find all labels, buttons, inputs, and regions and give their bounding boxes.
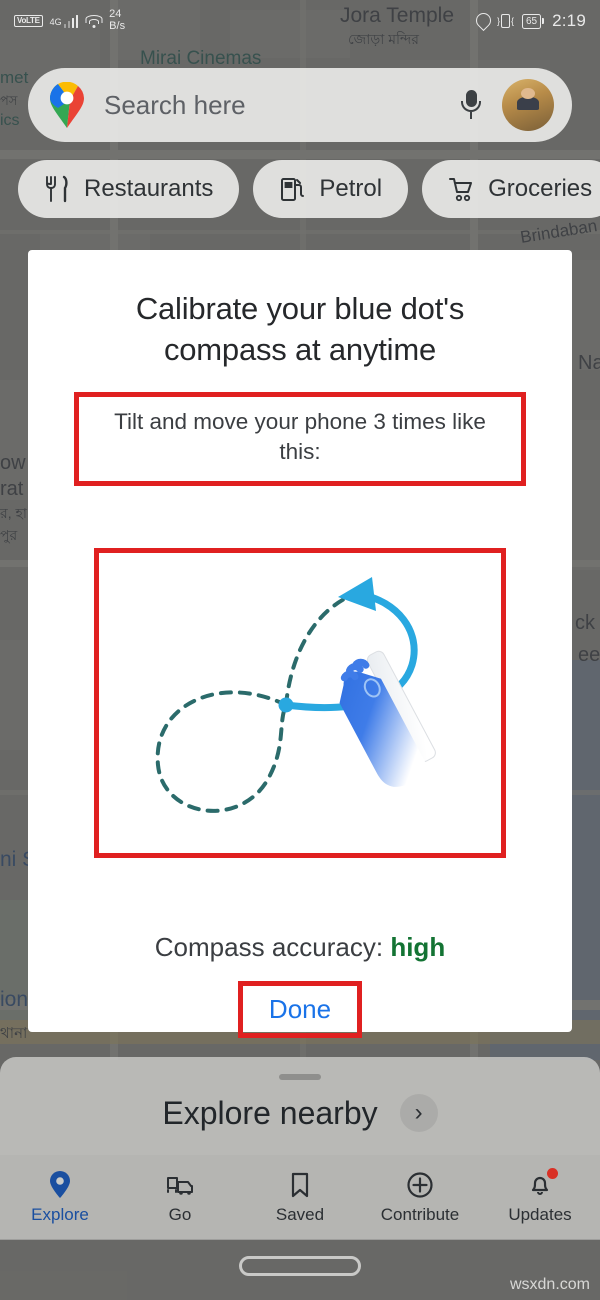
chip-label: Restaurants [84,175,214,202]
wifi-icon [85,14,103,28]
watermark: wsxdn.com [509,1276,590,1293]
chip-groceries[interactable]: Groceries [422,160,600,218]
compass-accuracy: Compass accuracy: high [155,932,445,963]
dialog-title: Calibrate your blue dot's compass at any… [135,291,465,368]
nav-label: Go [168,1204,192,1224]
nav-label: Contribute [380,1204,460,1224]
bottom-navigation: Explore Go Saved Contribute Updates [0,1155,600,1240]
fork-knife-icon [46,175,68,203]
chip-label: Groceries [488,175,593,202]
network-type-label: 4G [49,16,62,27]
volte-icon: VoLTE [14,15,43,27]
category-chips: Restaurants Petrol Groceries [18,160,600,218]
data-rate-unit: B/s [109,20,126,32]
bookmark-icon [291,1172,309,1197]
plus-circle-icon [407,1171,433,1198]
map-pin-icon [50,1170,70,1198]
accuracy-label: Compass accuracy: [154,931,384,962]
shopping-cart-icon [449,178,473,202]
google-maps-pin-icon [50,82,84,128]
dialog-subtitle: Tilt and move your phone 3 times like th… [114,409,486,465]
nav-item-contribute[interactable]: Contribute [360,1155,480,1239]
explore-nearby-sheet[interactable]: Explore nearby › [0,1057,600,1155]
avatar[interactable] [502,79,554,131]
dialog-subtitle-annotation: Tilt and move your phone 3 times like th… [74,392,526,486]
nav-item-go[interactable]: Go [120,1155,240,1239]
nav-label: Saved [275,1204,325,1224]
done-button[interactable]: Done [269,994,331,1025]
chip-petrol[interactable]: Petrol [253,160,409,218]
location-pin-icon [476,13,489,29]
bell-icon-wrapper [525,1167,558,1200]
nav-item-explore[interactable]: Explore [0,1155,120,1239]
chevron-right-icon[interactable]: › [399,1094,438,1132]
chip-label: Petrol [319,175,383,202]
fuel-pump-icon [281,178,305,201]
status-bar: VoLTE 4G 24 B/s }{ 65 2:19 [0,0,600,42]
nav-item-updates[interactable]: Updates [480,1155,600,1239]
compass-calibration-dialog: Calibrate your blue dot's compass at any… [28,250,572,1038]
battery-level: 65 [521,13,542,29]
battery-icon: 65 [521,13,545,29]
figure-eight-animation [155,576,436,813]
data-rate: 24 B/s [109,9,125,32]
data-rate-value: 24 [109,8,122,21]
notification-badge [547,1167,558,1179]
calibration-illustration-annotation [94,547,506,858]
accuracy-value: high [390,931,446,962]
chip-restaurants[interactable]: Restaurants [18,160,240,218]
sheet-drag-handle[interactable] [279,1074,321,1080]
nav-item-saved[interactable]: Saved [240,1155,360,1239]
search-input[interactable]: Search here [104,90,460,121]
signal-bars-icon: 4G [49,14,79,28]
search-bar[interactable]: Search here [28,68,572,142]
microphone-icon[interactable] [460,90,482,120]
nav-label: Updates [508,1204,572,1224]
clock-time: 2:19 [552,11,586,30]
done-button-annotation: Done [237,980,363,1038]
gesture-navigation-bar[interactable] [239,1256,361,1276]
vibrate-icon: }{ [496,14,514,28]
explore-nearby-label: Explore nearby [162,1094,378,1131]
nav-label: Explore [31,1204,89,1224]
commute-icon [167,1176,193,1195]
